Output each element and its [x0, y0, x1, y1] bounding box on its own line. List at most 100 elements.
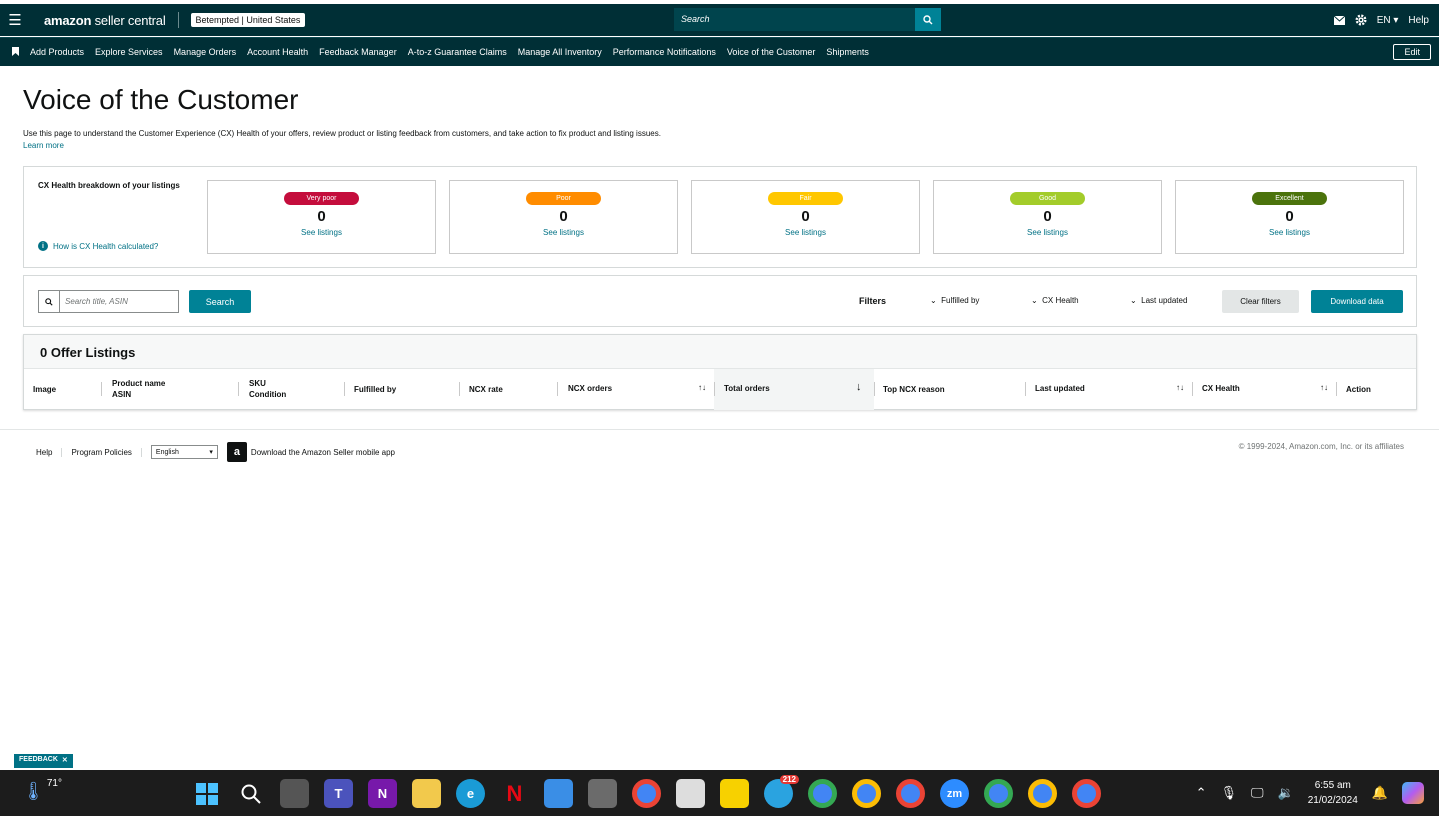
col-cx-health[interactable]: CX Health: [1202, 383, 1240, 394]
see-listings-good[interactable]: See listings: [934, 228, 1161, 237]
chevron-down-icon: ⌄: [1031, 296, 1038, 305]
footer-language-select[interactable]: English ▾: [150, 445, 218, 459]
filter-cx-health[interactable]: ⌄ CX Health: [1031, 296, 1079, 305]
filter-fulfilled-by[interactable]: ⌄ Fulfilled by: [930, 296, 979, 305]
copilot-icon[interactable]: [1402, 782, 1424, 804]
chevron-down-icon: ⌄: [930, 296, 937, 305]
close-icon[interactable]: ✕: [62, 756, 68, 766]
cx-card-excellent: Excellent 0 See listings: [1175, 180, 1404, 254]
cx-count-excellent: 0: [1285, 208, 1294, 225]
onenote-icon[interactable]: N: [368, 779, 397, 808]
nav-add-products[interactable]: Add Products: [30, 47, 84, 57]
nav-atoz-claims[interactable]: A-to-z Guarantee Claims: [408, 47, 507, 57]
chrome-profile-icon[interactable]: [1072, 779, 1101, 808]
mail-icon[interactable]: [1333, 15, 1345, 25]
gear-icon[interactable]: [1355, 14, 1367, 26]
nav-voice-of-customer[interactable]: Voice of the Customer: [727, 47, 816, 57]
chrome-profile-icon[interactable]: [852, 779, 881, 808]
footer-help-link[interactable]: Help: [36, 447, 63, 457]
cx-badge-good: Good: [1010, 192, 1085, 205]
col-total-orders[interactable]: Total orders: [724, 383, 770, 394]
global-search-button[interactable]: [915, 8, 941, 31]
filters-label: Filters: [859, 296, 887, 306]
chrome-profile-icon[interactable]: [1028, 779, 1057, 808]
global-search-input[interactable]: Search: [674, 8, 915, 31]
cx-count-good: 0: [1043, 208, 1052, 225]
cx-count-very-poor: 0: [317, 208, 326, 225]
search-icon[interactable]: [236, 779, 265, 808]
col-product-name[interactable]: Product name ASIN: [112, 378, 165, 400]
account-switcher[interactable]: Betempted | United States: [190, 13, 306, 27]
col-ncx-orders[interactable]: NCX orders: [568, 383, 612, 394]
cx-health-how-link[interactable]: i How is CX Health calculated?: [38, 241, 158, 251]
cx-badge-very-poor: Very poor: [284, 192, 359, 205]
download-data-button[interactable]: Download data: [1311, 290, 1403, 313]
feedback-button[interactable]: FEEDBACK ✕: [14, 754, 73, 768]
sort-icon[interactable]: ↑↓: [1320, 383, 1328, 392]
system-clock[interactable]: 6:55 am 21/02/2024: [1308, 778, 1358, 808]
nav-manage-inventory[interactable]: Manage All Inventory: [518, 47, 602, 57]
chrome-icon[interactable]: [632, 779, 661, 808]
filter-last-updated[interactable]: ⌄ Last updated: [1130, 296, 1187, 305]
col-action: Action: [1346, 385, 1371, 394]
help-link[interactable]: Help: [1408, 15, 1429, 26]
telegram-icon[interactable]: 212: [764, 775, 799, 808]
file-explorer-icon[interactable]: [412, 779, 441, 808]
netflix-icon[interactable]: N: [500, 779, 529, 808]
windows-start-icon[interactable]: [192, 779, 221, 808]
feedback-label: FEEDBACK: [19, 756, 58, 763]
nav-feedback-manager[interactable]: Feedback Manager: [319, 47, 397, 57]
sticky-notes-icon[interactable]: [720, 779, 749, 808]
nav-shipments[interactable]: Shipments: [826, 47, 869, 57]
learn-more-link[interactable]: Learn more: [23, 141, 64, 150]
weather-widget[interactable]: 🌡 71°: [22, 778, 62, 802]
listing-search-input[interactable]: Search title, ASIN: [60, 291, 133, 312]
brand-logo[interactable]: amazon seller central: [44, 13, 166, 28]
col-ncx-rate[interactable]: NCX rate: [469, 384, 503, 395]
footer-policies-link[interactable]: Program Policies: [71, 447, 142, 457]
bookmark-icon[interactable]: [0, 46, 30, 58]
zoom-icon[interactable]: zm: [940, 779, 969, 808]
network-icon[interactable]: 🖵: [1251, 785, 1264, 801]
see-listings-very-poor[interactable]: See listings: [208, 228, 435, 237]
chevron-up-icon[interactable]: ⌃: [1196, 785, 1207, 801]
col-top-ncx-reason[interactable]: Top NCX reason: [883, 384, 945, 395]
nav-performance-notifications[interactable]: Performance Notifications: [613, 47, 716, 57]
sort-icon[interactable]: ↑↓: [1176, 383, 1184, 392]
listing-search-button[interactable]: Search: [189, 290, 251, 313]
col-last-updated[interactable]: Last updated: [1035, 383, 1085, 394]
col-sku[interactable]: SKU Condition: [249, 378, 286, 400]
divider: [177, 12, 179, 28]
notepad-icon[interactable]: [544, 779, 573, 808]
chrome-profile-icon[interactable]: [896, 779, 925, 808]
menu-icon[interactable]: ☰: [0, 11, 30, 29]
chrome-profile-icon[interactable]: [808, 779, 837, 808]
sort-desc-icon[interactable]: ↓: [856, 381, 862, 393]
language-selector[interactable]: EN ▾: [1377, 15, 1399, 26]
edit-nav-button[interactable]: Edit: [1393, 44, 1431, 60]
microphone-icon[interactable]: 🎙: [1221, 785, 1238, 801]
footer-app-link[interactable]: Download the Amazon Seller mobile app: [251, 448, 395, 457]
see-listings-fair[interactable]: See listings: [692, 228, 919, 237]
calculator-icon[interactable]: [588, 779, 617, 808]
nav-account-health[interactable]: Account Health: [247, 47, 308, 57]
edge-icon[interactable]: e: [456, 779, 485, 808]
nav-manage-orders[interactable]: Manage Orders: [174, 47, 237, 57]
chrome-profile-icon[interactable]: [984, 779, 1013, 808]
see-listings-poor[interactable]: See listings: [450, 228, 677, 237]
nav-explore-services[interactable]: Explore Services: [95, 47, 163, 57]
notifications-icon[interactable]: 🔔: [1372, 785, 1388, 801]
listing-search-field[interactable]: Search title, ASIN: [38, 290, 179, 313]
cx-count-poor: 0: [559, 208, 568, 225]
see-listings-excellent[interactable]: See listings: [1176, 228, 1403, 237]
listings-title: 0 Offer Listings: [40, 345, 136, 360]
snipping-tool-icon[interactable]: [676, 779, 705, 808]
volume-icon[interactable]: 🔉: [1278, 785, 1294, 801]
footer-language-value: English: [155, 448, 179, 456]
sort-icon[interactable]: ↑↓: [698, 383, 706, 392]
clear-filters-button[interactable]: Clear filters: [1222, 290, 1299, 313]
cx-health-breakdown: CX Health breakdown of your listings i H…: [23, 166, 1417, 268]
task-view-icon[interactable]: [280, 779, 309, 808]
col-fulfilled-by[interactable]: Fulfilled by: [354, 384, 396, 395]
teams-icon[interactable]: T: [324, 779, 353, 808]
